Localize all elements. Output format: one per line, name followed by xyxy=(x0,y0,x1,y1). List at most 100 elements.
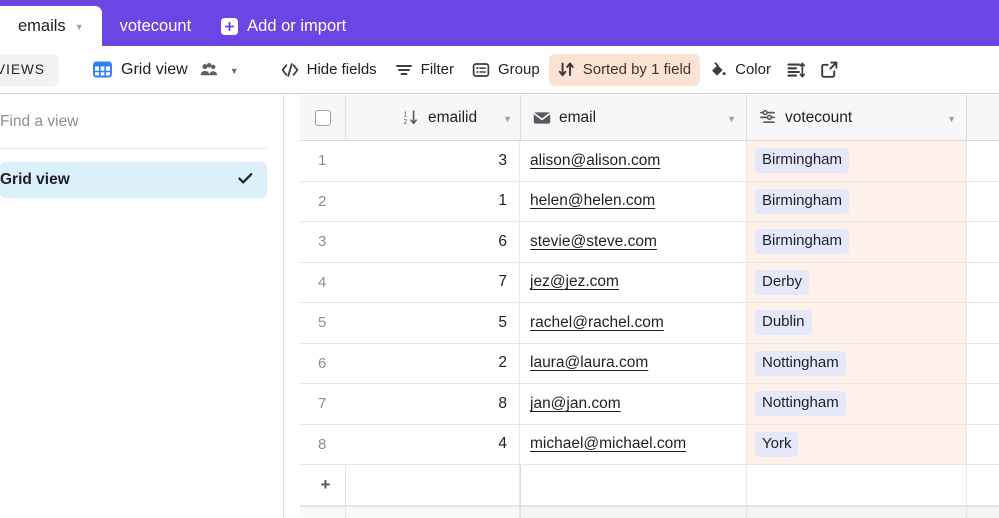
cell-email[interactable]: helen@helen.com xyxy=(520,182,746,222)
summary-emailid-cell[interactable] xyxy=(346,506,520,518)
add-or-import-button[interactable]: Add or import xyxy=(209,6,360,46)
cell-tail xyxy=(966,384,999,424)
group-button[interactable]: Group xyxy=(463,54,549,86)
cell-votecount[interactable]: Birmingham xyxy=(746,181,966,221)
group-label: Group xyxy=(498,61,540,78)
cell-votecount[interactable]: Birmingham xyxy=(746,222,966,262)
cell-votecount-badge[interactable]: Birmingham xyxy=(755,188,850,214)
table-tab-emails[interactable]: emails ▼ xyxy=(0,6,102,46)
grid-summary-row xyxy=(300,505,999,518)
chevron-down-icon[interactable]: ▼ xyxy=(75,22,84,32)
add-record-row[interactable]: + xyxy=(300,465,999,506)
cell-emailid-value: 2 xyxy=(498,354,507,372)
table-row[interactable]: 4 7 jez@jez.com Derby xyxy=(300,262,999,303)
cell-votecount-badge[interactable]: Dublin xyxy=(755,310,812,336)
summary-tail-cell xyxy=(966,506,999,518)
cell-emailid[interactable]: 2 xyxy=(346,343,520,383)
filter-label: Filter xyxy=(420,61,455,78)
column-header-votecount[interactable]: votecount ▼ xyxy=(746,95,966,140)
add-or-import-label: Add or import xyxy=(247,16,347,35)
cell-votecount[interactable]: Nottingham xyxy=(746,384,966,424)
cell-email-value[interactable]: jez@jez.com xyxy=(530,273,619,291)
grid-body: 1 3 alison@alison.com Birmingham 2 1 helen@hel… xyxy=(300,141,999,465)
sort-button[interactable]: Sorted by 1 field xyxy=(548,53,701,86)
view-options-chevron-icon[interactable]: ▼ xyxy=(230,66,239,76)
cell-email-value[interactable]: helen@helen.com xyxy=(530,192,655,210)
hide-fields-icon xyxy=(281,61,299,79)
cell-emailid[interactable]: 5 xyxy=(346,303,520,343)
cell-votecount[interactable]: Birmingham xyxy=(746,141,966,181)
cell-email-value[interactable]: stevie@steve.com xyxy=(530,233,657,251)
row-height-button[interactable] xyxy=(780,54,813,86)
cell-email[interactable]: laura@laura.com xyxy=(520,344,746,384)
cell-email[interactable]: stevie@steve.com xyxy=(520,222,746,262)
cell-email-value[interactable]: alison@alison.com xyxy=(530,152,660,170)
row-number: 7 xyxy=(318,395,327,413)
select-all-cell xyxy=(300,95,346,140)
table-row[interactable]: 5 5 rachel@rachel.com Dublin xyxy=(300,303,999,344)
cell-emailid-value: 4 xyxy=(498,435,507,453)
cell-votecount[interactable]: Nottingham xyxy=(746,343,966,383)
summary-email-cell[interactable] xyxy=(520,506,746,518)
color-button[interactable]: Color xyxy=(700,54,780,86)
cell-votecount[interactable]: Dublin xyxy=(746,303,966,343)
cell-email-value[interactable]: michael@michael.com xyxy=(530,435,686,453)
filter-button[interactable]: Filter xyxy=(386,54,463,86)
check-icon xyxy=(238,172,253,188)
select-all-checkbox[interactable] xyxy=(314,109,331,126)
cell-emailid[interactable]: 8 xyxy=(346,384,520,424)
cell-votecount[interactable]: York xyxy=(746,424,966,464)
cell-votecount-badge[interactable]: Nottingham xyxy=(755,350,846,376)
cell-votecount[interactable]: Derby xyxy=(746,262,966,302)
cell-emailid[interactable]: 7 xyxy=(346,262,520,302)
cell-email-value[interactable]: laura@laura.com xyxy=(530,354,648,372)
column-menu-chevron-icon-email[interactable]: ▼ xyxy=(715,114,736,124)
cell-emailid[interactable]: 3 xyxy=(346,141,520,181)
row-number-cell: 1 xyxy=(300,141,346,181)
cell-email[interactable]: alison@alison.com xyxy=(520,141,746,181)
cell-email-value[interactable]: jan@jan.com xyxy=(530,395,621,413)
row-number: 2 xyxy=(318,192,327,210)
sidebar-item-grid-view[interactable]: Grid view xyxy=(0,162,267,198)
cell-votecount-badge[interactable]: Birmingham xyxy=(755,148,850,174)
column-menu-chevron-icon-votecount[interactable]: ▼ xyxy=(935,114,956,124)
hide-fields-button[interactable]: Hide fields xyxy=(272,54,386,86)
add-field-header-cell[interactable] xyxy=(966,95,999,140)
add-record-emailid-cell xyxy=(346,465,520,505)
cell-emailid[interactable]: 1 xyxy=(346,181,520,221)
cell-votecount-badge[interactable]: York xyxy=(755,431,799,457)
find-view-input[interactable]: Find a view xyxy=(0,95,267,149)
grid-view-icon xyxy=(93,60,112,79)
group-icon xyxy=(472,61,490,79)
cell-email[interactable]: jan@jan.com xyxy=(520,384,746,424)
row-number-cell: 3 xyxy=(300,222,346,262)
cell-email[interactable]: rachel@rachel.com xyxy=(520,303,746,343)
current-view-button[interactable]: Grid view ▼ xyxy=(83,54,248,86)
table-tab-bar: emails ▼ votecount Add or import xyxy=(0,0,999,46)
cell-votecount-badge[interactable]: Derby xyxy=(755,269,810,295)
cell-email-value[interactable]: rachel@rachel.com xyxy=(530,314,664,332)
cell-email[interactable]: michael@michael.com xyxy=(520,425,746,465)
summary-votecount-cell[interactable] xyxy=(746,506,966,518)
views-button[interactable]: VIEWS xyxy=(0,53,60,86)
table-row[interactable]: 3 6 stevie@steve.com Birmingham xyxy=(300,222,999,263)
table-tab-votecount[interactable]: votecount xyxy=(102,6,210,46)
table-row[interactable]: 1 3 alison@alison.com Birmingham xyxy=(300,141,999,182)
row-number: 3 xyxy=(318,233,327,251)
table-row[interactable]: 8 4 michael@michael.com York xyxy=(300,424,999,465)
column-menu-chevron-icon[interactable]: ▼ xyxy=(477,114,512,124)
cell-emailid[interactable]: 4 xyxy=(346,424,520,464)
table-row[interactable]: 7 8 jan@jan.com Nottingham xyxy=(300,384,999,425)
cell-tail xyxy=(966,222,999,262)
table-tab-emails-label: emails xyxy=(18,16,66,35)
column-header-email[interactable]: email ▼ xyxy=(520,95,746,140)
add-record-cell[interactable]: + xyxy=(300,465,346,505)
cell-email[interactable]: jez@jez.com xyxy=(520,263,746,303)
share-view-button[interactable] xyxy=(813,54,846,86)
cell-votecount-badge[interactable]: Birmingham xyxy=(755,229,850,255)
column-header-emailid[interactable]: 1 2 emailid ▼ xyxy=(346,95,520,140)
cell-votecount-badge[interactable]: Nottingham xyxy=(755,391,846,417)
table-row[interactable]: 2 1 helen@helen.com Birmingham xyxy=(300,181,999,222)
table-row[interactable]: 6 2 laura@laura.com Nottingham xyxy=(300,343,999,384)
cell-emailid[interactable]: 6 xyxy=(346,222,520,262)
